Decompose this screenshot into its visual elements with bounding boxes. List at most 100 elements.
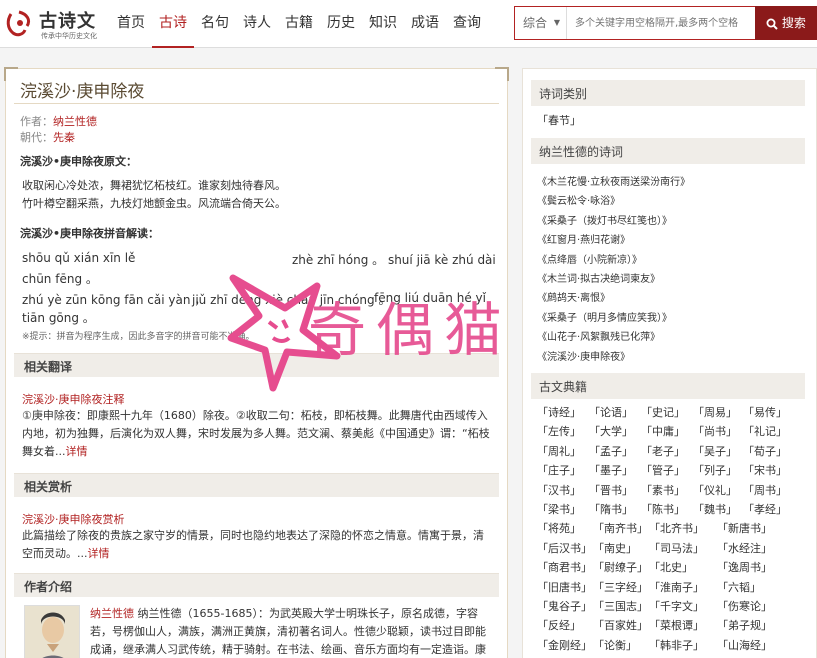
classic-book-link[interactable]: 「菜根谭」 [649, 617, 704, 633]
translation-link[interactable]: 浣溪沙·庚申除夜注释 [22, 391, 125, 407]
author-poem-link[interactable]: 《木兰词·拟古决绝词柬友》 [537, 270, 660, 285]
classic-book-link[interactable]: 「周易」 [693, 404, 737, 420]
classic-book-link[interactable]: 「庄子」 [537, 462, 581, 478]
search-button[interactable]: 搜索 [755, 6, 817, 40]
classic-book-link[interactable]: 「水经注」 [717, 540, 772, 556]
dynasty-label: 朝代： [20, 131, 53, 144]
author-poem-link[interactable]: 《红窗月·燕归花谢》 [537, 231, 630, 246]
nav-history[interactable]: 历史 [320, 0, 362, 48]
caret-down-icon: ▼ [553, 18, 560, 27]
classic-book-link[interactable]: 「大学」 [589, 423, 633, 439]
classic-book-link[interactable]: 「新唐书」 [717, 520, 772, 536]
classic-book-link[interactable]: 「金刚经」 [537, 637, 592, 653]
classic-book-link[interactable]: 「三字经」 [593, 579, 648, 595]
nav-home[interactable]: 首页 [110, 0, 152, 48]
classic-book-link[interactable]: 「南史」 [593, 540, 637, 556]
classic-book-link[interactable]: 「山海经」 [717, 637, 772, 653]
site-logo[interactable]: 古诗文 传承中华历史文化 [5, 6, 105, 42]
nav-idioms[interactable]: 成语 [404, 0, 446, 48]
classic-book-link[interactable]: 「三国志」 [593, 598, 648, 614]
classic-book-link[interactable]: 「百家姓」 [593, 617, 648, 633]
classic-book-link[interactable]: 「史记」 [641, 404, 685, 420]
pinyin-line: tiān gōng 。 [22, 311, 95, 325]
nav-poets[interactable]: 诗人 [236, 0, 278, 48]
classic-book-link[interactable]: 「汉书」 [537, 482, 581, 498]
classic-book-link[interactable]: 「弟子规」 [717, 617, 772, 633]
classic-book-link[interactable]: 「隋书」 [589, 501, 633, 517]
site-header: 古诗文 传承中华历史文化 首页 古诗 名句 诗人 古籍 历史 知识 成语 查询 … [0, 0, 817, 48]
classic-book-link[interactable]: 「墨子」 [589, 462, 633, 478]
classic-book-link[interactable]: 「易传」 [743, 404, 787, 420]
nav-knowledge[interactable]: 知识 [362, 0, 404, 48]
classic-book-link[interactable]: 「反经」 [537, 617, 581, 633]
nav-classics[interactable]: 古籍 [278, 0, 320, 48]
classic-book-link[interactable]: 「司马法」 [649, 540, 704, 556]
classic-book-link[interactable]: 「六韬」 [717, 579, 761, 595]
nav-quotes[interactable]: 名句 [194, 0, 236, 48]
category-tag[interactable]: 「春节」 [537, 112, 581, 128]
search-input[interactable] [569, 7, 755, 39]
category-heading: 诗词类别 [531, 80, 805, 106]
classic-book-link[interactable]: 「后汉书」 [537, 540, 592, 556]
classic-book-link[interactable]: 「老子」 [641, 443, 685, 459]
nav-lookup[interactable]: 查询 [446, 0, 488, 48]
classic-book-link[interactable]: 「仪礼」 [693, 482, 737, 498]
classic-book-link[interactable]: 「列子」 [693, 462, 737, 478]
classic-book-link[interactable]: 「南齐书」 [593, 520, 648, 536]
classic-book-link[interactable]: 「孝经」 [743, 501, 787, 517]
classic-book-link[interactable]: 「晋书」 [589, 482, 633, 498]
author-link[interactable]: 纳兰性德 [53, 115, 97, 128]
classic-book-link[interactable]: 「孟子」 [589, 443, 633, 459]
author-poem-link[interactable]: 《浣溪沙·庚申除夜》 [537, 348, 630, 363]
classic-book-link[interactable]: 「吴子」 [693, 443, 737, 459]
classic-book-link[interactable]: 「旧唐书」 [537, 579, 592, 595]
classic-book-link[interactable]: 「中庸」 [641, 423, 685, 439]
author-portrait[interactable] [24, 605, 80, 658]
search-button-label: 搜索 [781, 16, 806, 30]
classic-book-link[interactable]: 「论衡」 [593, 637, 637, 653]
classic-book-link[interactable]: 「伤寒论」 [717, 598, 772, 614]
classic-book-link[interactable]: 「梁书」 [537, 501, 581, 517]
classic-book-link[interactable]: 「将苑」 [537, 520, 581, 536]
author-poem-link[interactable]: 《山花子·风絮飘残已化萍》 [537, 328, 660, 343]
classic-book-link[interactable]: 「逸周书」 [717, 559, 772, 575]
nav-poems[interactable]: 古诗 [152, 0, 194, 48]
classic-book-link[interactable]: 「尚书」 [693, 423, 737, 439]
classic-book-link[interactable]: 「宋书」 [743, 462, 787, 478]
pinyin-heading: 浣溪沙•庚申除夜拼音解读： [20, 227, 160, 240]
classic-book-link[interactable]: 「魏书」 [693, 501, 737, 517]
classic-book-link[interactable]: 「北齐书」 [649, 520, 704, 536]
classic-book-link[interactable]: 「千字文」 [649, 598, 704, 614]
title-divider [14, 103, 499, 104]
classic-book-link[interactable]: 「鬼谷子」 [537, 598, 592, 614]
classic-book-link[interactable]: 「礼记」 [743, 423, 787, 439]
author-poem-link[interactable]: 《采桑子（明月多情应笑我）》 [537, 309, 672, 324]
classic-book-link[interactable]: 「荀子」 [743, 443, 787, 459]
dynasty-link[interactable]: 先秦 [53, 131, 75, 144]
classic-book-link[interactable]: 「尉缭子」 [593, 559, 648, 575]
classic-book-link[interactable]: 「论语」 [589, 404, 633, 420]
search-type-select[interactable]: 综合 ▼ [515, 7, 567, 39]
classic-book-link[interactable]: 「陈书」 [641, 501, 685, 517]
classic-book-link[interactable]: 「素书」 [641, 482, 685, 498]
classic-book-link[interactable]: 「周礼」 [537, 443, 581, 459]
classic-book-link[interactable]: 「周书」 [743, 482, 787, 498]
classic-book-link[interactable]: 「诗经」 [537, 404, 581, 420]
appreciation-more-link[interactable]: 详情 [88, 547, 110, 560]
author-poem-link[interactable]: 《点绛唇（小院新凉）》 [537, 251, 642, 266]
author-poem-link[interactable]: 《采桑子（拨灯书尽红笺也）》 [537, 212, 672, 227]
pinyin-line: chūn fēng 。 [22, 272, 98, 286]
classic-book-link[interactable]: 「北史」 [649, 559, 693, 575]
classic-book-link[interactable]: 「商君书」 [537, 559, 592, 575]
author-poem-link[interactable]: 《木兰花慢·立秋夜雨送梁汾南行》 [537, 173, 690, 188]
appreciation-link[interactable]: 浣溪沙·庚申除夜赏析 [22, 511, 125, 527]
classic-book-link[interactable]: 「淮南子」 [649, 579, 704, 595]
translation-more-link[interactable]: 详情 [66, 445, 88, 458]
author-poem-link[interactable]: 《鹧鸪天·离恨》 [537, 289, 610, 304]
classic-book-link[interactable]: 「韩非子」 [649, 637, 704, 653]
portrait-icon [25, 606, 79, 658]
classic-book-link[interactable]: 「管子」 [641, 462, 685, 478]
classic-book-link[interactable]: 「左传」 [537, 423, 581, 439]
author-intro-name-link[interactable]: 纳兰性德 [90, 607, 134, 620]
author-poem-link[interactable]: 《鬓云松令·咏浴》 [537, 192, 620, 207]
